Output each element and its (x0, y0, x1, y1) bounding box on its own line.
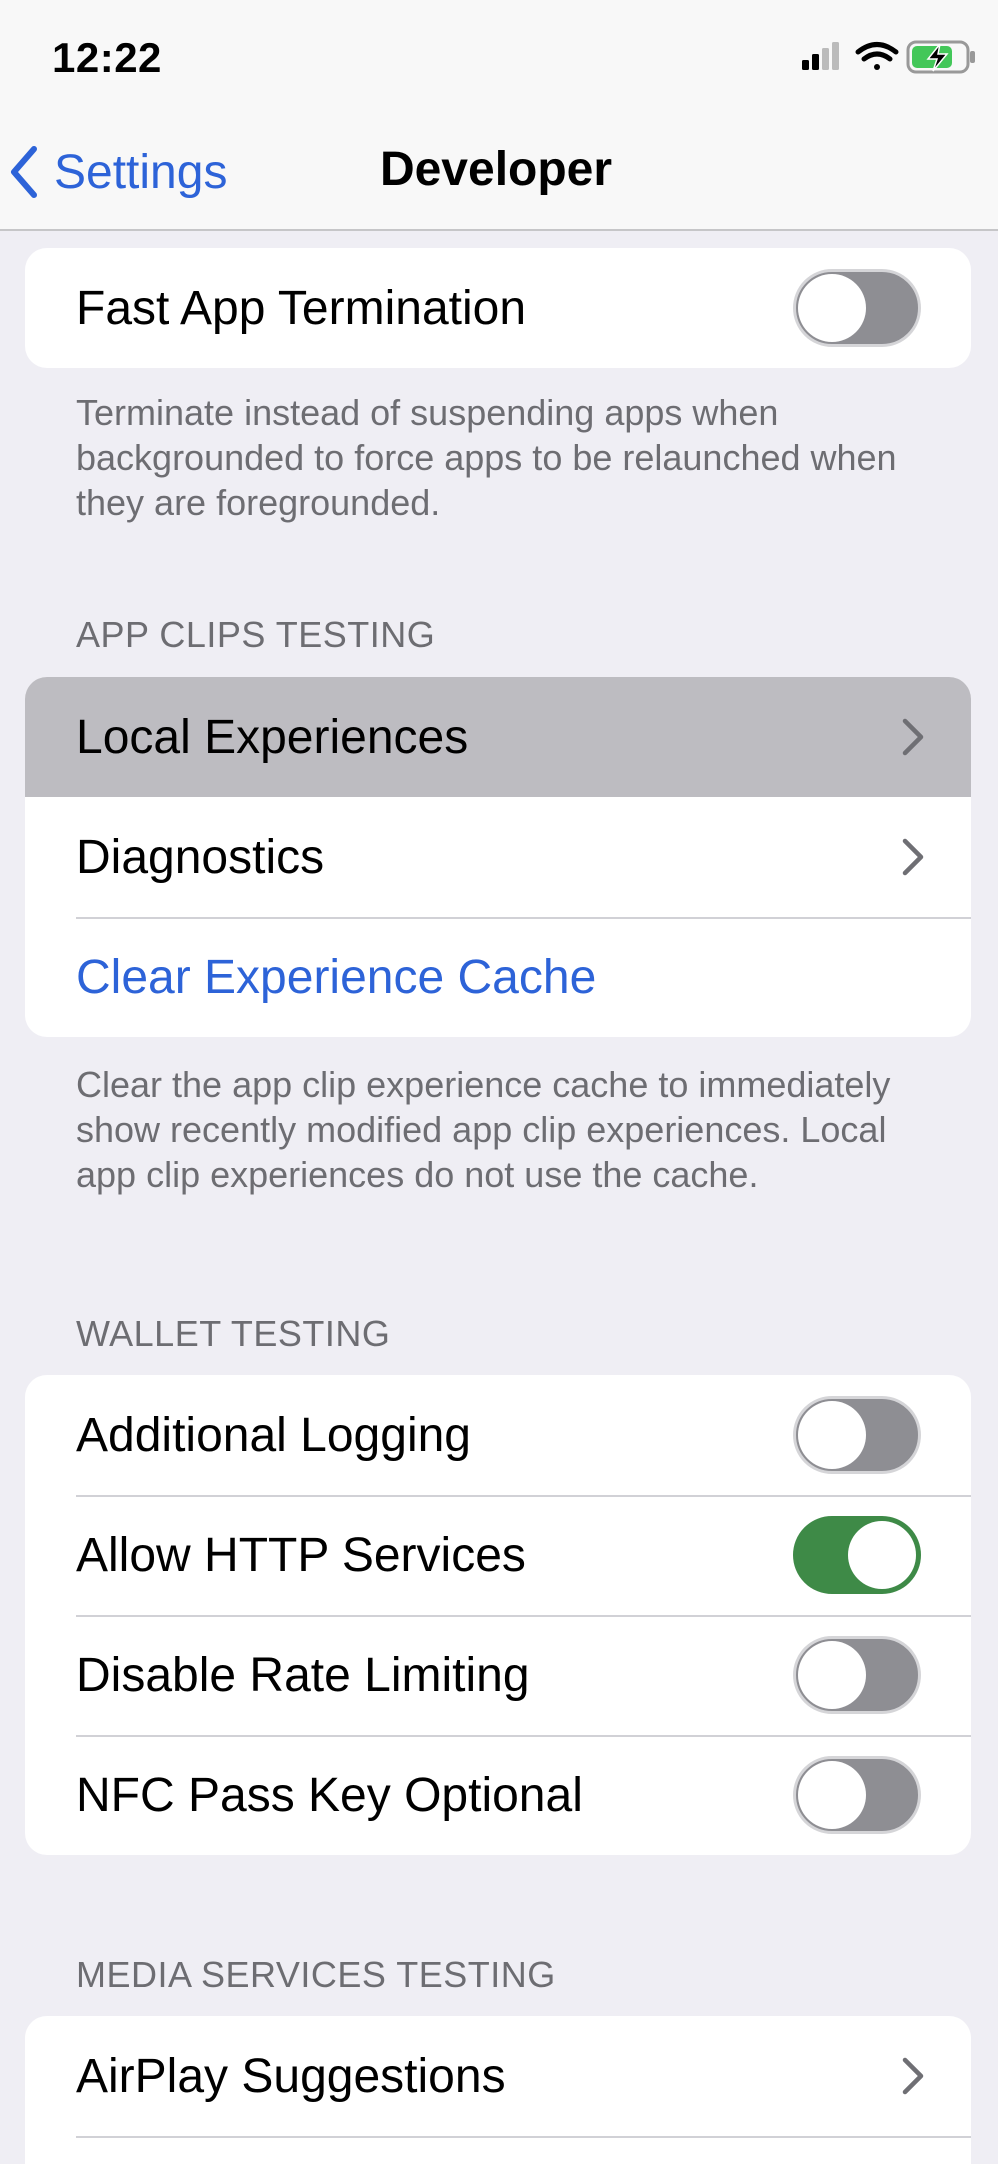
nfc-pass-key-optional-toggle[interactable] (793, 1756, 921, 1834)
additional-logging-row: Additional Logging (25, 1375, 971, 1495)
media-services-group: AirPlay Suggestions (25, 2016, 971, 2164)
fast-app-termination-toggle[interactable] (793, 269, 921, 347)
cellular-signal-icon (802, 42, 839, 70)
airplay-suggestions-label: AirPlay Suggestions (76, 2049, 506, 2103)
nfc-pass-key-optional-row: NFC Pass Key Optional (25, 1735, 971, 1855)
local-experiences-row[interactable]: Local Experiences (25, 677, 971, 797)
media-services-header: MEDIA SERVICES TESTING (76, 1954, 556, 1995)
status-time: 12:22 (52, 34, 162, 81)
airplay-suggestions-row[interactable]: AirPlay Suggestions (25, 2016, 971, 2136)
disable-rate-limiting-toggle[interactable] (793, 1636, 921, 1714)
local-experiences-label: Local Experiences (76, 710, 469, 764)
app-clips-header: APP CLIPS TESTING (76, 614, 436, 655)
row-divider (76, 2136, 971, 2138)
allow-http-services-row: Allow HTTP Services (25, 1495, 971, 1615)
chevron-right-icon (902, 2057, 924, 2095)
fast-app-footer: Terminate instead of suspending apps whe… (76, 392, 897, 523)
clear-experience-cache-button[interactable]: Clear Experience Cache (25, 917, 971, 1037)
wallet-group: Additional Logging Allow HTTP Services D… (25, 1375, 971, 1855)
status-icons (800, 38, 980, 78)
diagnostics-label: Diagnostics (76, 830, 325, 884)
page-title: Developer (379, 143, 613, 196)
wallet-header: WALLET TESTING (76, 1313, 391, 1354)
fast-app-termination-row: Fast App Termination (25, 248, 971, 368)
diagnostics-row[interactable]: Diagnostics (25, 797, 971, 917)
allow-http-services-toggle[interactable] (793, 1516, 921, 1594)
app-clips-footer: Clear the app clip experience cache to i… (76, 1064, 891, 1195)
wifi-icon (855, 42, 899, 70)
chevron-right-icon (902, 838, 924, 876)
additional-logging-toggle[interactable] (793, 1396, 921, 1474)
fast-app-group: Fast App Termination (25, 248, 971, 368)
chevron-right-icon (902, 718, 924, 756)
clear-experience-cache-label: Clear Experience Cache (76, 950, 597, 1004)
disable-rate-limiting-row: Disable Rate Limiting (25, 1615, 971, 1735)
navigation-bar: 12:22 Settings Developer (0, 0, 998, 231)
app-clips-group: Local Experiences Diagnostics Clear Expe… (25, 677, 971, 1037)
battery-icon (906, 40, 975, 74)
